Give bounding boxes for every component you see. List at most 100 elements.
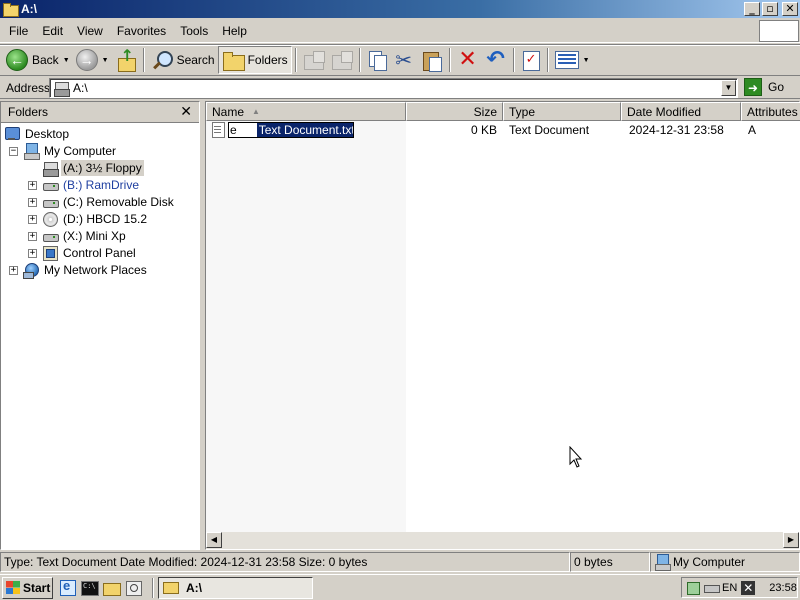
file-size: 0 KB: [470, 123, 497, 137]
column-header-attributes[interactable]: Attributes: [741, 102, 800, 121]
tree-item-network-places[interactable]: My Network Places: [23, 261, 149, 279]
tree-item-label: My Computer: [44, 143, 117, 158]
minimize-button[interactable]: _: [744, 2, 760, 16]
search-label: Search: [176, 53, 215, 67]
file-type: Text Document: [509, 123, 590, 137]
tree-item-control-panel[interactable]: Control Panel: [42, 244, 138, 261]
back-button[interactable]: ← Back ▼: [3, 46, 73, 74]
maximize-button[interactable]: ▫: [762, 2, 778, 16]
rename-input[interactable]: e Text Document.txt: [228, 122, 354, 138]
delete-icon: ✕: [458, 47, 477, 72]
go-label: Go: [768, 80, 785, 94]
forward-button[interactable]: → ▼: [73, 46, 112, 74]
disk-utility-icon[interactable]: [125, 579, 142, 596]
tree-item-ramdrive-b[interactable]: (B:) RamDrive: [42, 176, 141, 193]
title-bar[interactable]: A:\ _ ▫ ✕: [0, 0, 800, 18]
tree-item-my-computer[interactable]: My Computer: [23, 142, 118, 160]
start-button[interactable]: Start: [2, 576, 53, 599]
menu-tools[interactable]: Tools: [173, 24, 215, 38]
up-button[interactable]: [112, 46, 140, 74]
folder-icon: [2, 2, 19, 17]
properties-icon: [521, 49, 541, 71]
tree-item-minixp-x[interactable]: (X:) Mini Xp: [42, 227, 128, 244]
paste-icon: [421, 49, 443, 72]
move-to-button[interactable]: [300, 46, 328, 74]
taskbar-window-button[interactable]: A:\: [158, 576, 313, 599]
address-value: A:\: [73, 81, 88, 95]
column-header-type[interactable]: Type: [503, 102, 621, 121]
cut-icon: ✂: [395, 48, 412, 72]
my-computer-icon: [23, 142, 40, 160]
internet-explorer-icon[interactable]: [59, 578, 76, 596]
tree-item-label: My Network Places: [44, 262, 147, 277]
language-indicator[interactable]: EN: [722, 582, 737, 594]
column-header-label: Name: [212, 104, 245, 119]
back-dropdown-icon[interactable]: ▼: [63, 57, 70, 64]
toolbar-separator: [358, 48, 361, 72]
tree-item-label: Control Panel: [63, 245, 136, 260]
close-button[interactable]: ✕: [782, 2, 798, 16]
window-controls: _ ▫ ✕: [744, 2, 798, 16]
menu-view[interactable]: View: [70, 24, 110, 38]
desktop-icon: [4, 126, 20, 142]
menu-help[interactable]: Help: [215, 24, 254, 38]
tree-item-desktop[interactable]: Desktop: [4, 125, 71, 142]
collapse-toggle[interactable]: −: [9, 147, 18, 156]
file-list-pane[interactable]: Name ▲ Size Type Date Modified Attribute…: [205, 101, 800, 550]
cut-button[interactable]: ✂: [390, 46, 418, 74]
expand-toggle[interactable]: +: [28, 198, 37, 207]
network-status-icon[interactable]: [686, 581, 700, 595]
paste-button[interactable]: [418, 46, 446, 74]
expand-toggle[interactable]: +: [9, 266, 18, 275]
folder-icon: [163, 581, 179, 594]
views-dropdown-icon[interactable]: ▼: [583, 57, 590, 64]
expand-toggle[interactable]: +: [28, 215, 37, 224]
forward-dropdown-icon[interactable]: ▼: [102, 57, 109, 64]
explorer-folder-icon[interactable]: [103, 579, 121, 596]
copy-button[interactable]: [364, 46, 390, 74]
column-header-size[interactable]: Size: [406, 102, 503, 121]
quick-launch: [59, 578, 142, 596]
folders-button[interactable]: Folders: [217, 46, 292, 74]
drive-icon: [42, 228, 59, 244]
menu-edit[interactable]: Edit: [35, 24, 70, 38]
safely-remove-icon[interactable]: [704, 581, 720, 595]
copy-to-button[interactable]: [328, 46, 356, 74]
column-header-date-modified[interactable]: Date Modified: [621, 102, 741, 121]
copy-to-icon: [331, 50, 353, 70]
column-header-label: Type: [509, 104, 536, 119]
clock[interactable]: 23:58: [769, 582, 797, 594]
cd-icon: [42, 211, 58, 227]
go-button[interactable]: ➜ Go: [744, 78, 784, 96]
drive-icon: [42, 194, 59, 210]
views-button[interactable]: ▼: [552, 46, 593, 74]
horizontal-scrollbar[interactable]: ◀ ▶: [206, 532, 799, 549]
delete-button[interactable]: ✕: [454, 46, 482, 74]
tree-item-hbcd-d[interactable]: (D:) HBCD 15.2: [42, 210, 149, 227]
folders-pane-close-icon[interactable]: ✕: [180, 104, 192, 120]
expand-toggle[interactable]: +: [28, 249, 37, 258]
properties-button[interactable]: [518, 46, 544, 74]
menu-file[interactable]: File: [0, 24, 35, 38]
tree-item-label: (A:) 3½ Floppy: [61, 159, 144, 176]
app-tray-icon[interactable]: ✕: [741, 580, 756, 595]
expand-toggle[interactable]: +: [28, 181, 37, 190]
undo-button[interactable]: ↶: [482, 46, 510, 74]
menu-favorites[interactable]: Favorites: [110, 24, 173, 38]
scroll-right-icon[interactable]: ▶: [783, 532, 799, 548]
scroll-left-icon[interactable]: ◀: [206, 532, 222, 548]
tree-item-label: (B:) RamDrive: [63, 177, 140, 192]
address-input[interactable]: A:\ ▼: [49, 78, 738, 98]
expand-toggle[interactable]: +: [28, 232, 37, 241]
column-header-name[interactable]: Name ▲: [206, 102, 406, 121]
search-button[interactable]: Search: [148, 46, 218, 74]
tree-item-removable-c[interactable]: (C:) Removable Disk: [42, 193, 176, 210]
toolbar-separator: [546, 48, 549, 72]
folders-pane-title: Folders: [8, 105, 49, 119]
up-folder-icon: [115, 46, 137, 72]
command-prompt-icon[interactable]: [81, 579, 99, 596]
file-row[interactable]: e Text Document.txt 0 KB Text Document 2…: [206, 122, 799, 139]
windows-throbber: [759, 20, 799, 42]
address-dropdown-icon[interactable]: ▼: [721, 80, 736, 96]
tree-item-floppy-a[interactable]: (A:) 3½ Floppy: [42, 159, 144, 177]
